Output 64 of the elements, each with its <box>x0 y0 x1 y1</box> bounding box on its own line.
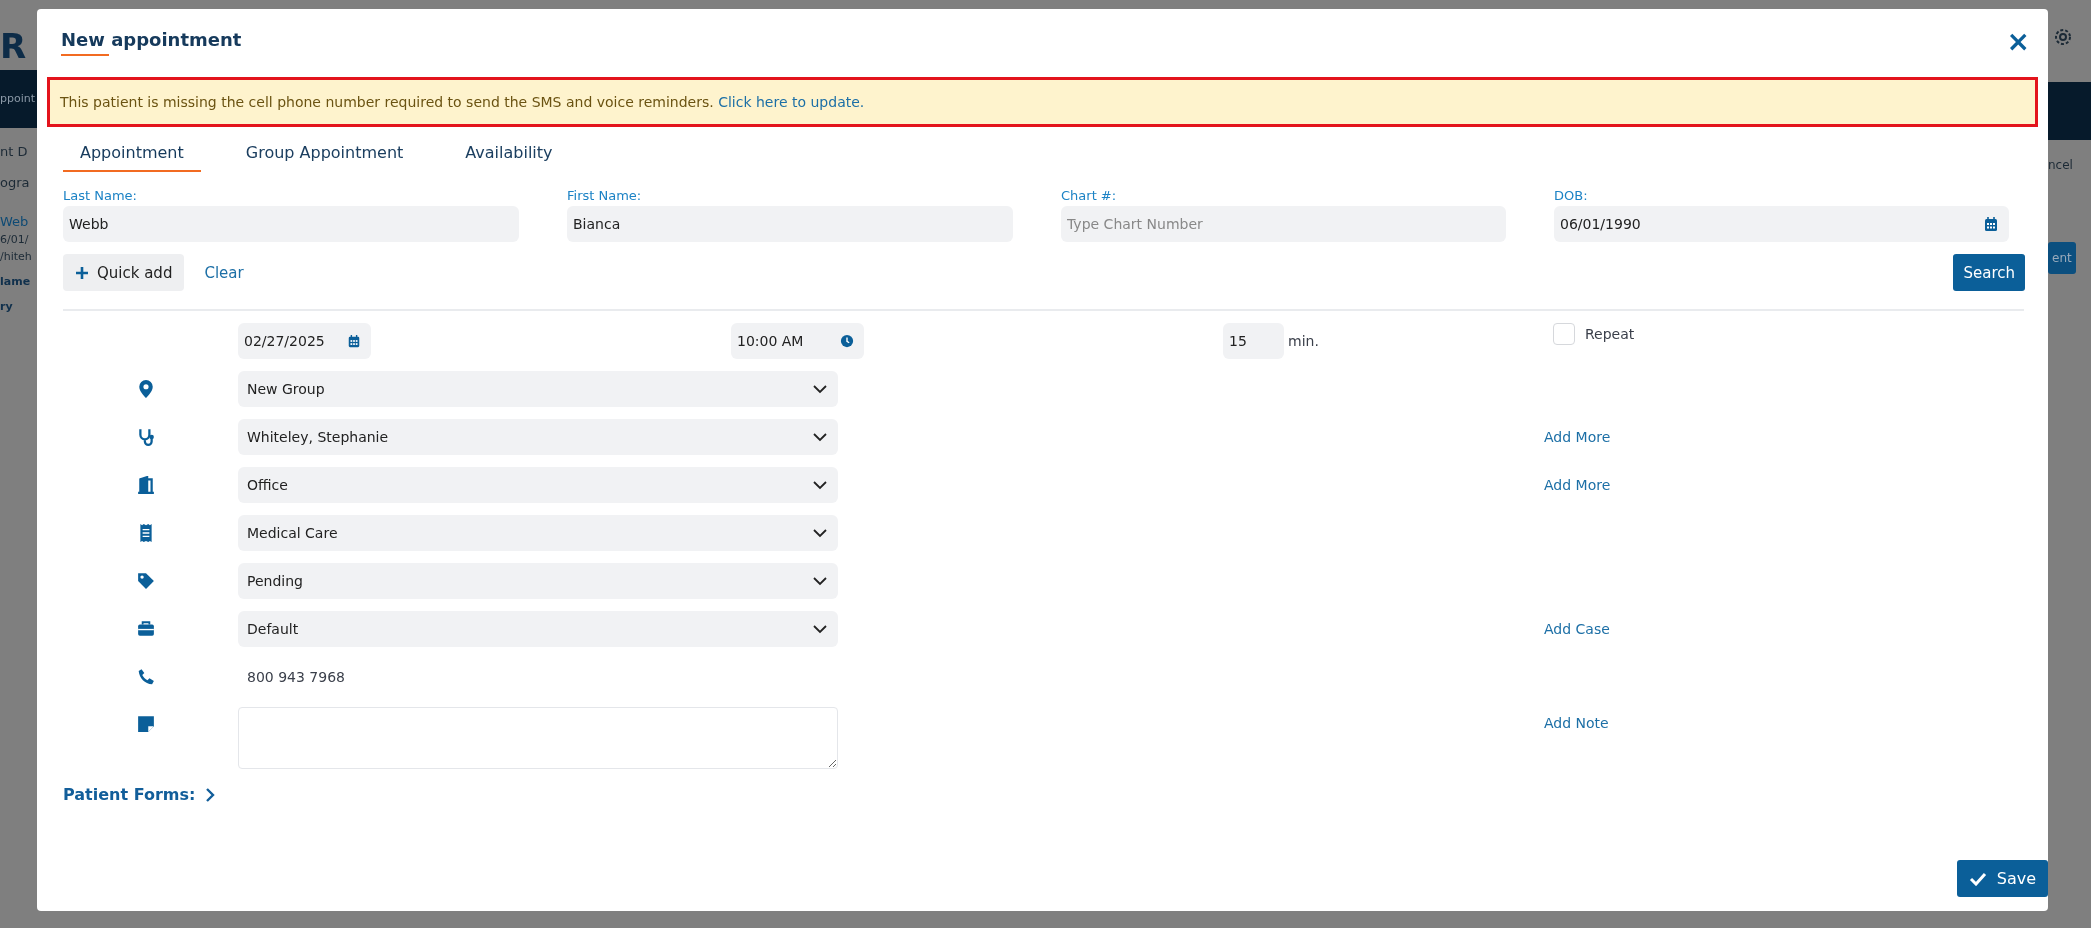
briefcase-icon <box>137 620 155 638</box>
background-text: ncel <box>2048 158 2073 172</box>
tab[interactable]: Availability <box>448 135 570 172</box>
calendar-icon[interactable] <box>1983 216 1999 232</box>
stethoscope-icon <box>137 428 155 446</box>
background-text: R <box>0 25 28 68</box>
field-label: DOB: <box>1554 188 1589 203</box>
update-link[interactable]: Click here to update. <box>718 94 865 110</box>
dropdown[interactable]: Pending <box>238 563 838 599</box>
background-text: ry <box>0 300 14 313</box>
add-link[interactable]: Add Note <box>1544 715 1609 731</box>
phone-number: 800 943 7968 <box>246 668 346 687</box>
save-button[interactable]: Save <box>1956 860 2048 897</box>
patient-forms-link[interactable]: Patient Forms: <box>63 785 216 804</box>
repeat-label: Repeat <box>1585 326 1635 342</box>
field-label: Chart #: <box>1061 188 1118 203</box>
search-button[interactable]: Search <box>1953 254 2025 291</box>
background-text: ogra <box>0 175 31 190</box>
date-field[interactable]: 02/27/2025 <box>238 323 371 359</box>
clock-icon[interactable] <box>840 334 854 348</box>
phone-icon <box>137 668 155 686</box>
tag-icon <box>137 572 155 590</box>
input-field[interactable]: Type Chart Number <box>1061 206 1506 242</box>
plus-icon <box>75 265 89 280</box>
add-link[interactable]: Add More <box>1544 477 1611 493</box>
background-text: nt D <box>0 144 29 159</box>
gear-icon[interactable] <box>2052 26 2074 48</box>
dropdown[interactable]: Default <box>238 611 838 647</box>
tab[interactable]: Appointment <box>63 135 201 172</box>
sticky-note-icon <box>137 715 155 733</box>
dropdown[interactable]: New Group <box>238 371 838 407</box>
calendar-icon[interactable] <box>347 334 361 348</box>
tab[interactable]: Group Appointment <box>228 135 421 172</box>
input-field[interactable]: Webb <box>63 206 519 242</box>
duration-field[interactable]: 15 <box>1223 323 1284 359</box>
location-pin-icon <box>137 380 155 398</box>
nav-bar-background <box>2048 82 2091 140</box>
dropdown[interactable]: Office <box>238 467 838 503</box>
field-label: Last Name: <box>63 188 138 203</box>
field-label: First Name: <box>567 188 643 203</box>
close-button[interactable]: × <box>2006 28 2030 56</box>
input-field[interactable]: Bianca <box>567 206 1013 242</box>
background-text: /hiteh <box>0 250 33 263</box>
chevron-right-icon <box>205 787 216 802</box>
background-text: 6/01/ <box>0 233 30 246</box>
dropdown[interactable]: Whiteley, Stephanie <box>238 419 838 455</box>
checkmark-icon <box>1968 871 1987 886</box>
dropdown[interactable]: Medical Care <box>238 515 838 551</box>
background-text: Web <box>0 214 30 229</box>
quick-add-button[interactable]: Quick add <box>63 254 185 291</box>
background-text: ppoint <box>0 70 37 128</box>
note-field[interactable] <box>238 707 838 769</box>
unit-label: min. <box>1288 333 1319 349</box>
add-link[interactable]: Add Case <box>1544 621 1610 637</box>
time-field[interactable]: 10:00 AM <box>731 323 864 359</box>
clear-link[interactable]: Clear <box>204 263 244 282</box>
background-text: lame <box>0 275 32 288</box>
door-icon <box>137 476 155 494</box>
background-text: ent <box>2048 242 2076 274</box>
warning-alert: This patient is missing the cell phone number required to send the SMS and voice reminders. Click here to update. <box>47 77 2038 127</box>
add-link[interactable]: Add More <box>1544 429 1611 445</box>
date-field[interactable]: 06/01/1990 <box>1554 206 2009 242</box>
repeat-checkbox[interactable] <box>1553 323 1575 345</box>
receipt-icon <box>137 524 155 542</box>
